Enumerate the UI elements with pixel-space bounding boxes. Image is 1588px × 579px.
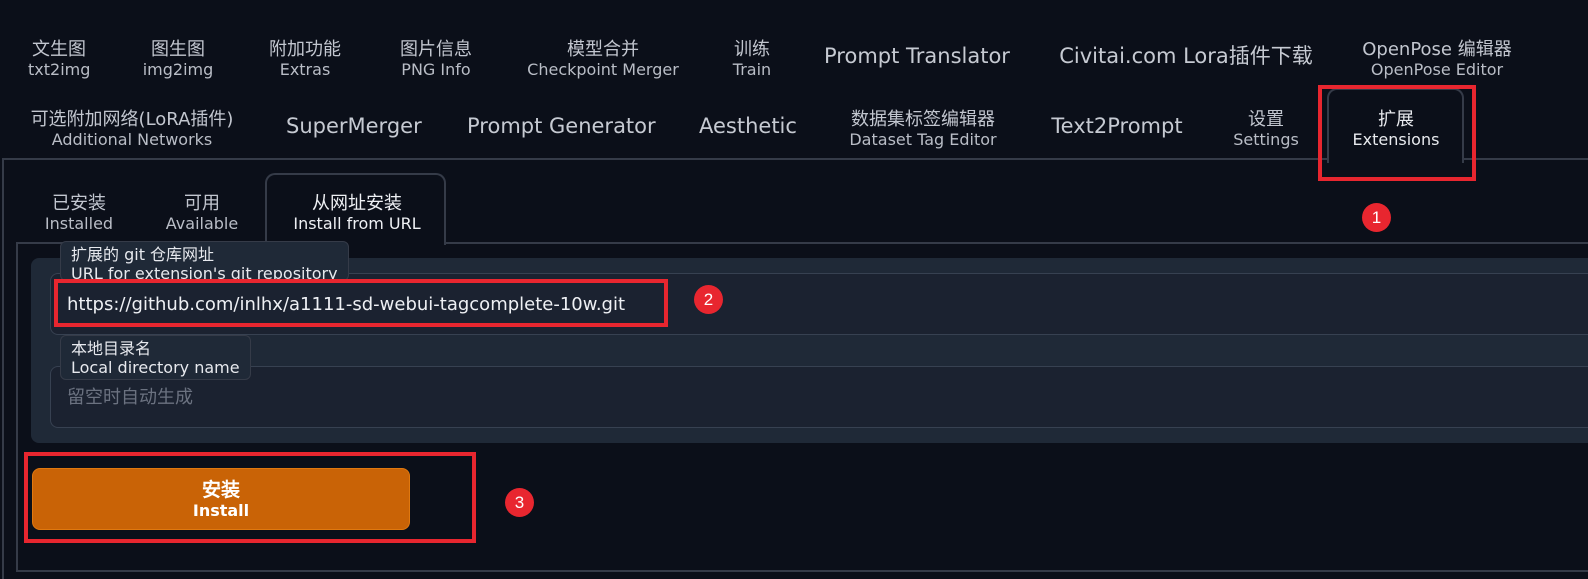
install-button[interactable]: 安装 Install	[32, 468, 410, 530]
subtab-install-from-url[interactable]: 从网址安装 Install from URL	[284, 193, 430, 234]
tab-aesthetic[interactable]: Aesthetic	[699, 114, 797, 138]
tab-openpose-editor[interactable]: OpenPose 编辑器 OpenPose Editor	[1360, 39, 1514, 80]
tab-label-cn: 模型合并	[567, 39, 639, 60]
tab-png-info[interactable]: 图片信息 PNG Info	[394, 39, 478, 80]
git-url-input[interactable]	[51, 274, 1588, 334]
directory-label-en: Local directory name	[71, 358, 240, 377]
tab-label: Civitai.com Lora插件下载	[1059, 44, 1313, 68]
subtab-label-cn: 从网址安装	[312, 193, 402, 214]
subtab-label-en: Available	[165, 214, 239, 233]
annotation-badge-3: 3	[505, 488, 534, 517]
local-directory-input[interactable]	[51, 367, 1588, 427]
directory-field-label: 本地目录名 Local directory name	[60, 335, 251, 380]
tab-label-en: Additional Networks	[51, 130, 213, 149]
tab-label-cn: 扩展	[1378, 109, 1414, 130]
tab-label-cn: 图片信息	[400, 39, 472, 60]
tab-label-en: Extras	[279, 60, 331, 79]
tab-txt2img[interactable]: 文生图 txt2img	[28, 39, 91, 80]
subtab-label-cn: 已安装	[52, 193, 106, 214]
tab-supermerger[interactable]: SuperMerger	[286, 114, 422, 138]
url-field-label: 扩展的 git 仓库网址 URL for extension's git rep…	[60, 241, 349, 281]
tab-train[interactable]: 训练 Train	[726, 39, 778, 80]
tab-extensions[interactable]: 扩展 Extensions	[1340, 109, 1452, 150]
tab-civitai-lora[interactable]: Civitai.com Lora插件下载	[1058, 44, 1314, 68]
tab-text2prompt[interactable]: Text2Prompt	[1051, 114, 1183, 138]
tab-label-cn: 附加功能	[269, 39, 341, 60]
tab-label-cn: 图生图	[151, 39, 205, 60]
tab-label-cn: 文生图	[32, 39, 86, 60]
tab-img2img[interactable]: 图生图 img2img	[142, 39, 214, 80]
annotation-badge-2: 2	[694, 285, 723, 314]
url-label-cn: 扩展的 git 仓库网址	[71, 245, 215, 264]
subtab-label-en: Installed	[44, 214, 114, 233]
tab-checkpoint-merger[interactable]: 模型合并 Checkpoint Merger	[525, 39, 681, 80]
tab-label-cn: 设置	[1248, 109, 1284, 130]
install-label-en: Install	[192, 501, 250, 520]
tab-prompt-generator[interactable]: Prompt Generator	[467, 114, 656, 138]
annotation-badge-1: 1	[1362, 203, 1391, 232]
tab-label-en: Checkpoint Merger	[527, 60, 679, 79]
tab-label-cn: 训练	[734, 39, 770, 60]
directory-textbox	[50, 366, 1588, 428]
tab-label-en: img2img	[142, 60, 214, 79]
tab-label-en: Settings	[1233, 130, 1299, 149]
install-label-cn: 安装	[201, 479, 240, 501]
tab-label-cn: 可选附加网络(LoRA插件)	[30, 109, 234, 130]
url-label-en: URL for extension's git repository	[71, 264, 338, 281]
tab-label: Aesthetic	[699, 114, 797, 138]
tab-label-en: OpenPose Editor	[1370, 60, 1504, 79]
tab-label: Text2Prompt	[1051, 114, 1183, 138]
tab-label-en: Dataset Tag Editor	[849, 130, 997, 149]
tab-label: SuperMerger	[286, 114, 422, 138]
tab-label: Prompt Generator	[467, 114, 656, 138]
subtab-label-cn: 可用	[184, 193, 220, 214]
tab-label-cn: OpenPose 编辑器	[1362, 39, 1512, 60]
subtab-available[interactable]: 可用 Available	[160, 193, 244, 234]
tab-label-en: Train	[732, 60, 772, 79]
tab-settings[interactable]: 设置 Settings	[1230, 109, 1302, 150]
tab-label-en: PNG Info	[401, 60, 471, 79]
tab-dataset-tag-editor[interactable]: 数据集标签编辑器 Dataset Tag Editor	[844, 109, 1002, 150]
tab-label: Prompt Translator	[824, 44, 1010, 68]
tab-additional-networks[interactable]: 可选附加网络(LoRA插件) Additional Networks	[26, 109, 238, 150]
subtab-label-en: Install from URL	[293, 214, 421, 233]
subtab-installed[interactable]: 已安装 Installed	[38, 193, 120, 234]
tab-extras[interactable]: 附加功能 Extras	[264, 39, 346, 80]
directory-label-cn: 本地目录名	[71, 339, 152, 358]
tab-label-cn: 数据集标签编辑器	[851, 109, 995, 130]
tab-prompt-translator[interactable]: Prompt Translator	[824, 44, 1010, 68]
tab-label-en: txt2img	[28, 60, 91, 79]
url-textbox	[50, 273, 1588, 335]
tab-label-en: Extensions	[1352, 130, 1440, 149]
